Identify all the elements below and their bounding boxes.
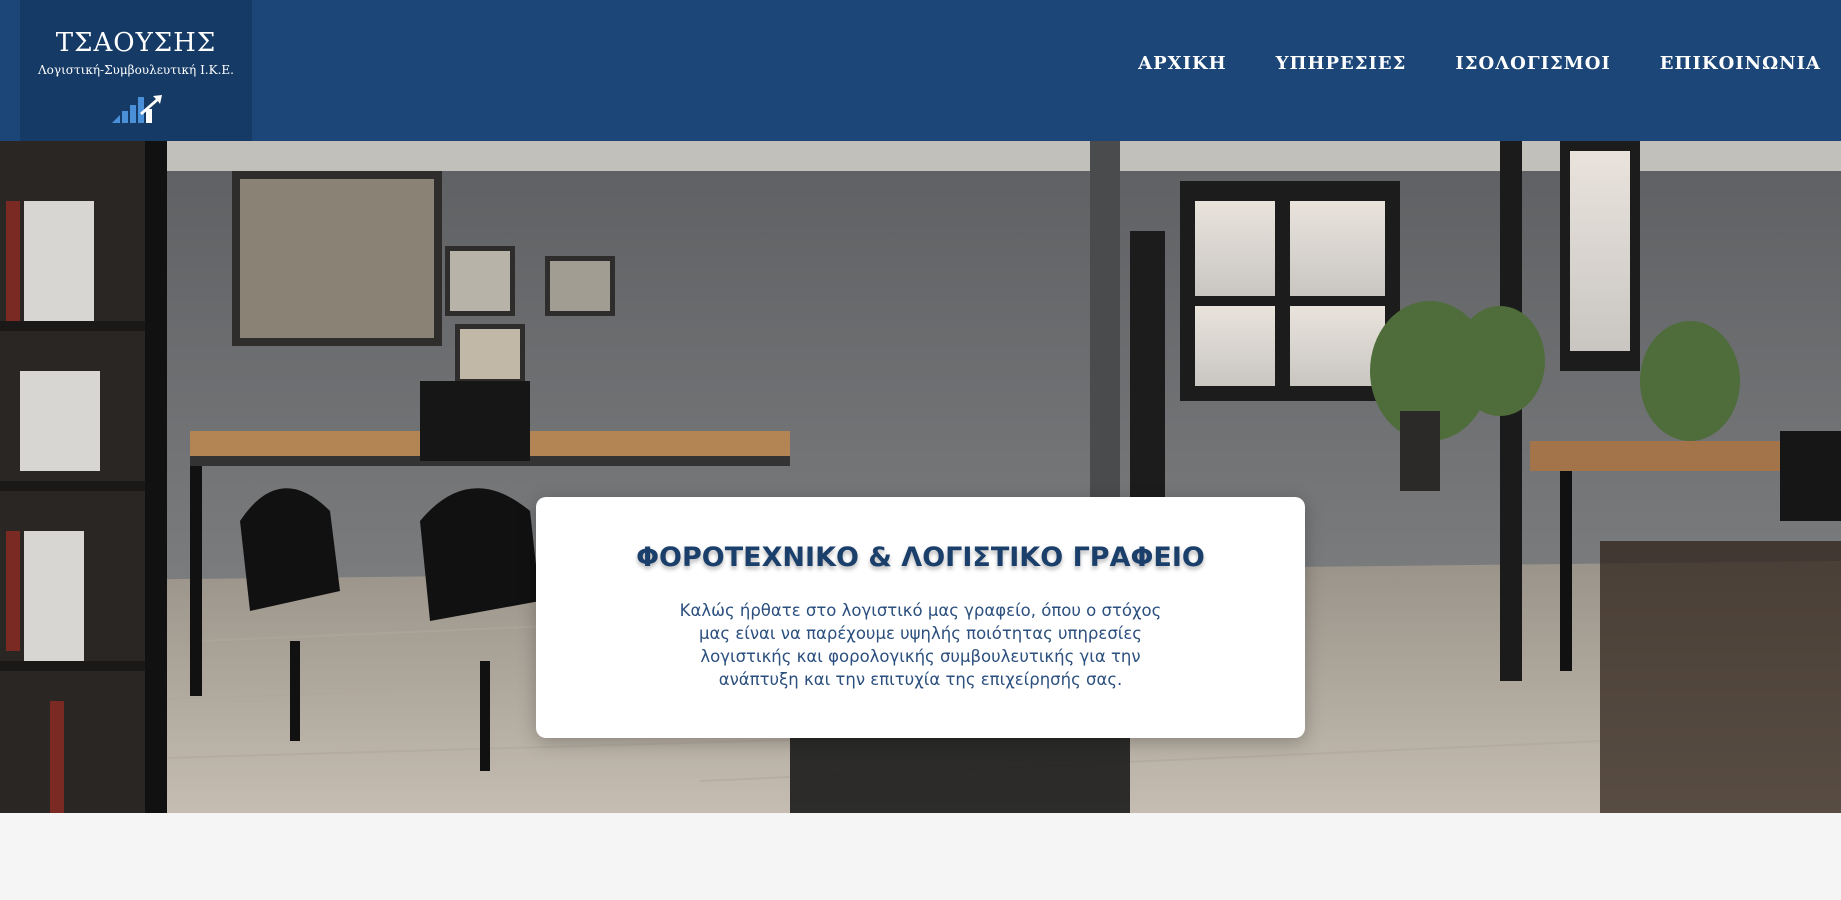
hero-card: ΦΟΡΟΤΕΧΝΙΚΟ & ΛΟΓΙΣΤΙΚΟ ΓΡΑΦΕΙΟ Καλώς ήρ… bbox=[536, 497, 1305, 738]
hero-description: Καλώς ήρθατε στο λογιστικό μας γραφείο, … bbox=[679, 601, 1162, 689]
nav-item-contact[interactable]: ΕΠΙΚΟΙΝΩΝΙΑ bbox=[1660, 53, 1821, 74]
nav-item-home[interactable]: ΑΡΧΙΚΗ bbox=[1138, 53, 1227, 74]
logo[interactable]: ΤΣΑΟΥΣΗΣ Λογιστική-Συμβουλευτική Ι.Κ.Ε. bbox=[20, 0, 252, 141]
nav-item-balance-sheets[interactable]: ΙΣΟΛΟΓΙΣΜΟΙ bbox=[1455, 53, 1610, 74]
main-nav: ΑΡΧΙΚΗ ΥΠΗΡΕΣΙΕΣ ΙΣΟΛΟΓΙΣΜΟΙ ΕΠΙΚΟΙΝΩΝΙΑ bbox=[1138, 53, 1821, 74]
hero-title: ΦΟΡΟΤΕΧΝΙΚΟ & ΛΟΓΙΣΤΙΚΟ ΓΡΑΦΕΙΟ bbox=[636, 542, 1205, 573]
nav-item-services[interactable]: ΥΠΗΡΕΣΙΕΣ bbox=[1276, 53, 1407, 74]
brand-name: ΤΣΑΟΥΣΗΣ bbox=[55, 28, 217, 58]
brand-subtitle: Λογιστική-Συμβουλευτική Ι.Κ.Ε. bbox=[38, 63, 234, 77]
page-content-area bbox=[0, 813, 1841, 900]
hero-section: ΦΟΡΟΤΕΧΝΙΚΟ & ΛΟΓΙΣΤΙΚΟ ΓΡΑΦΕΙΟ Καλώς ήρ… bbox=[0, 141, 1841, 813]
site-header: ΤΣΑΟΥΣΗΣ Λογιστική-Συμβουλευτική Ι.Κ.Ε. … bbox=[0, 0, 1841, 141]
bar-chart-arrow-icon bbox=[112, 95, 162, 123]
